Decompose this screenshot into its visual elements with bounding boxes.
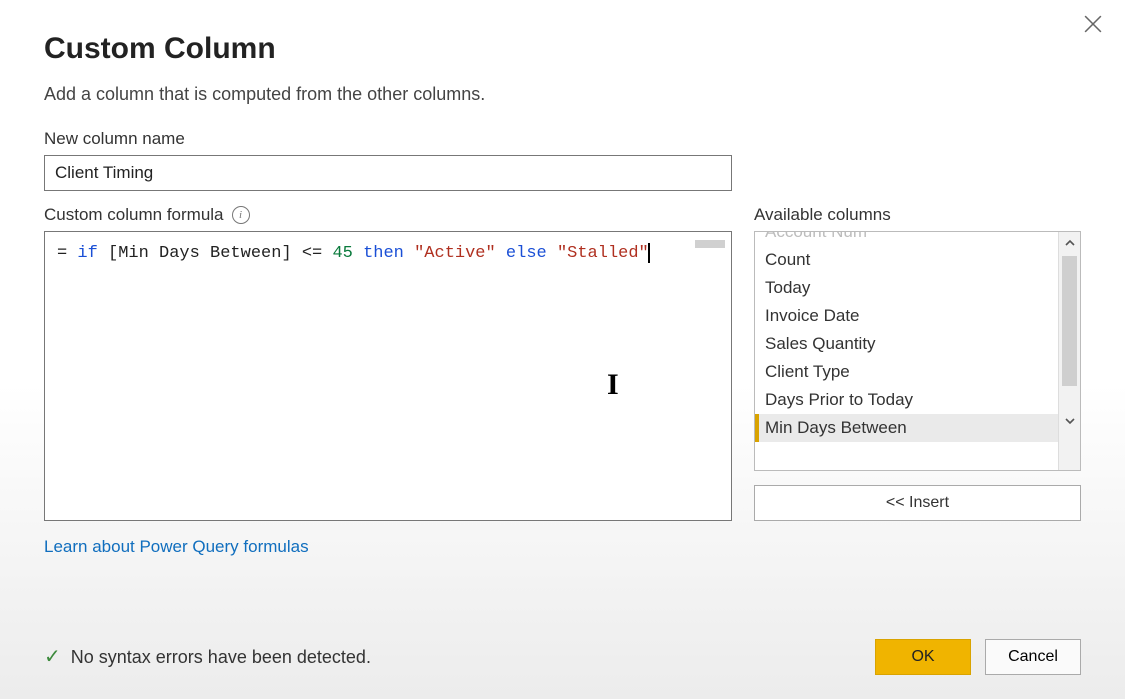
formula-token-col: [Min Days Between] — [108, 244, 292, 263]
close-button[interactable] — [1079, 10, 1107, 38]
list-item[interactable]: Invoice Date — [755, 302, 1058, 330]
formula-label: Custom column formula — [44, 205, 224, 225]
text-caret — [648, 243, 650, 263]
scroll-thumb[interactable] — [1062, 256, 1077, 386]
list-item[interactable]: Today — [755, 274, 1058, 302]
formula-token-op: <= — [302, 244, 322, 263]
check-icon: ✓ — [44, 647, 61, 667]
info-icon[interactable]: i — [232, 206, 250, 224]
insert-button[interactable]: << Insert — [754, 485, 1081, 521]
available-columns-list[interactable]: Account Num CountTodayInvoice DateSales … — [754, 231, 1081, 471]
cancel-button[interactable]: Cancel — [985, 639, 1081, 675]
formula-token-str1: "Active" — [414, 244, 496, 263]
scroll-down-icon[interactable] — [1059, 410, 1080, 432]
formula-token-str2: "Stalled" — [557, 244, 649, 263]
list-item[interactable]: Days Prior to Today — [755, 386, 1058, 414]
dialog-content: Custom Column Add a column that is compu… — [0, 0, 1125, 557]
scroll-up-icon[interactable] — [1059, 232, 1080, 254]
mouse-cursor-ibeam: I — [607, 364, 619, 406]
available-columns-label: Available columns — [754, 205, 1081, 225]
formula-token-eq: = — [57, 244, 67, 263]
dialog-subtitle: Add a column that is computed from the o… — [44, 84, 1081, 105]
column-name-input[interactable] — [44, 155, 732, 191]
status-text: No syntax errors have been detected. — [71, 647, 371, 668]
list-item[interactable]: Account Num — [755, 232, 1058, 246]
list-scrollbar[interactable] — [1058, 232, 1080, 470]
formula-token-else: else — [506, 244, 547, 263]
list-item[interactable]: Count — [755, 246, 1058, 274]
available-columns-items: Account Num CountTodayInvoice DateSales … — [755, 232, 1058, 470]
formula-token-if: if — [77, 244, 97, 263]
formula-token-then: then — [363, 244, 404, 263]
close-icon — [1084, 15, 1102, 33]
formula-token-num: 45 — [332, 244, 352, 263]
column-name-label: New column name — [44, 129, 1081, 149]
list-item[interactable]: Client Type — [755, 358, 1058, 386]
list-item[interactable]: Sales Quantity — [755, 330, 1058, 358]
formula-editor[interactable]: = if [Min Days Between] <= 45 then "Acti… — [44, 231, 732, 521]
editor-minimap — [695, 240, 725, 248]
list-item[interactable]: Min Days Between — [755, 414, 1058, 442]
custom-column-dialog: Custom Column Add a column that is compu… — [0, 0, 1125, 699]
dialog-title: Custom Column — [44, 32, 1081, 66]
dialog-footer: ✓ No syntax errors have been detected. O… — [44, 639, 1081, 675]
learn-link[interactable]: Learn about Power Query formulas — [44, 537, 309, 557]
ok-button[interactable]: OK — [875, 639, 971, 675]
syntax-status: ✓ No syntax errors have been detected. — [44, 647, 371, 668]
